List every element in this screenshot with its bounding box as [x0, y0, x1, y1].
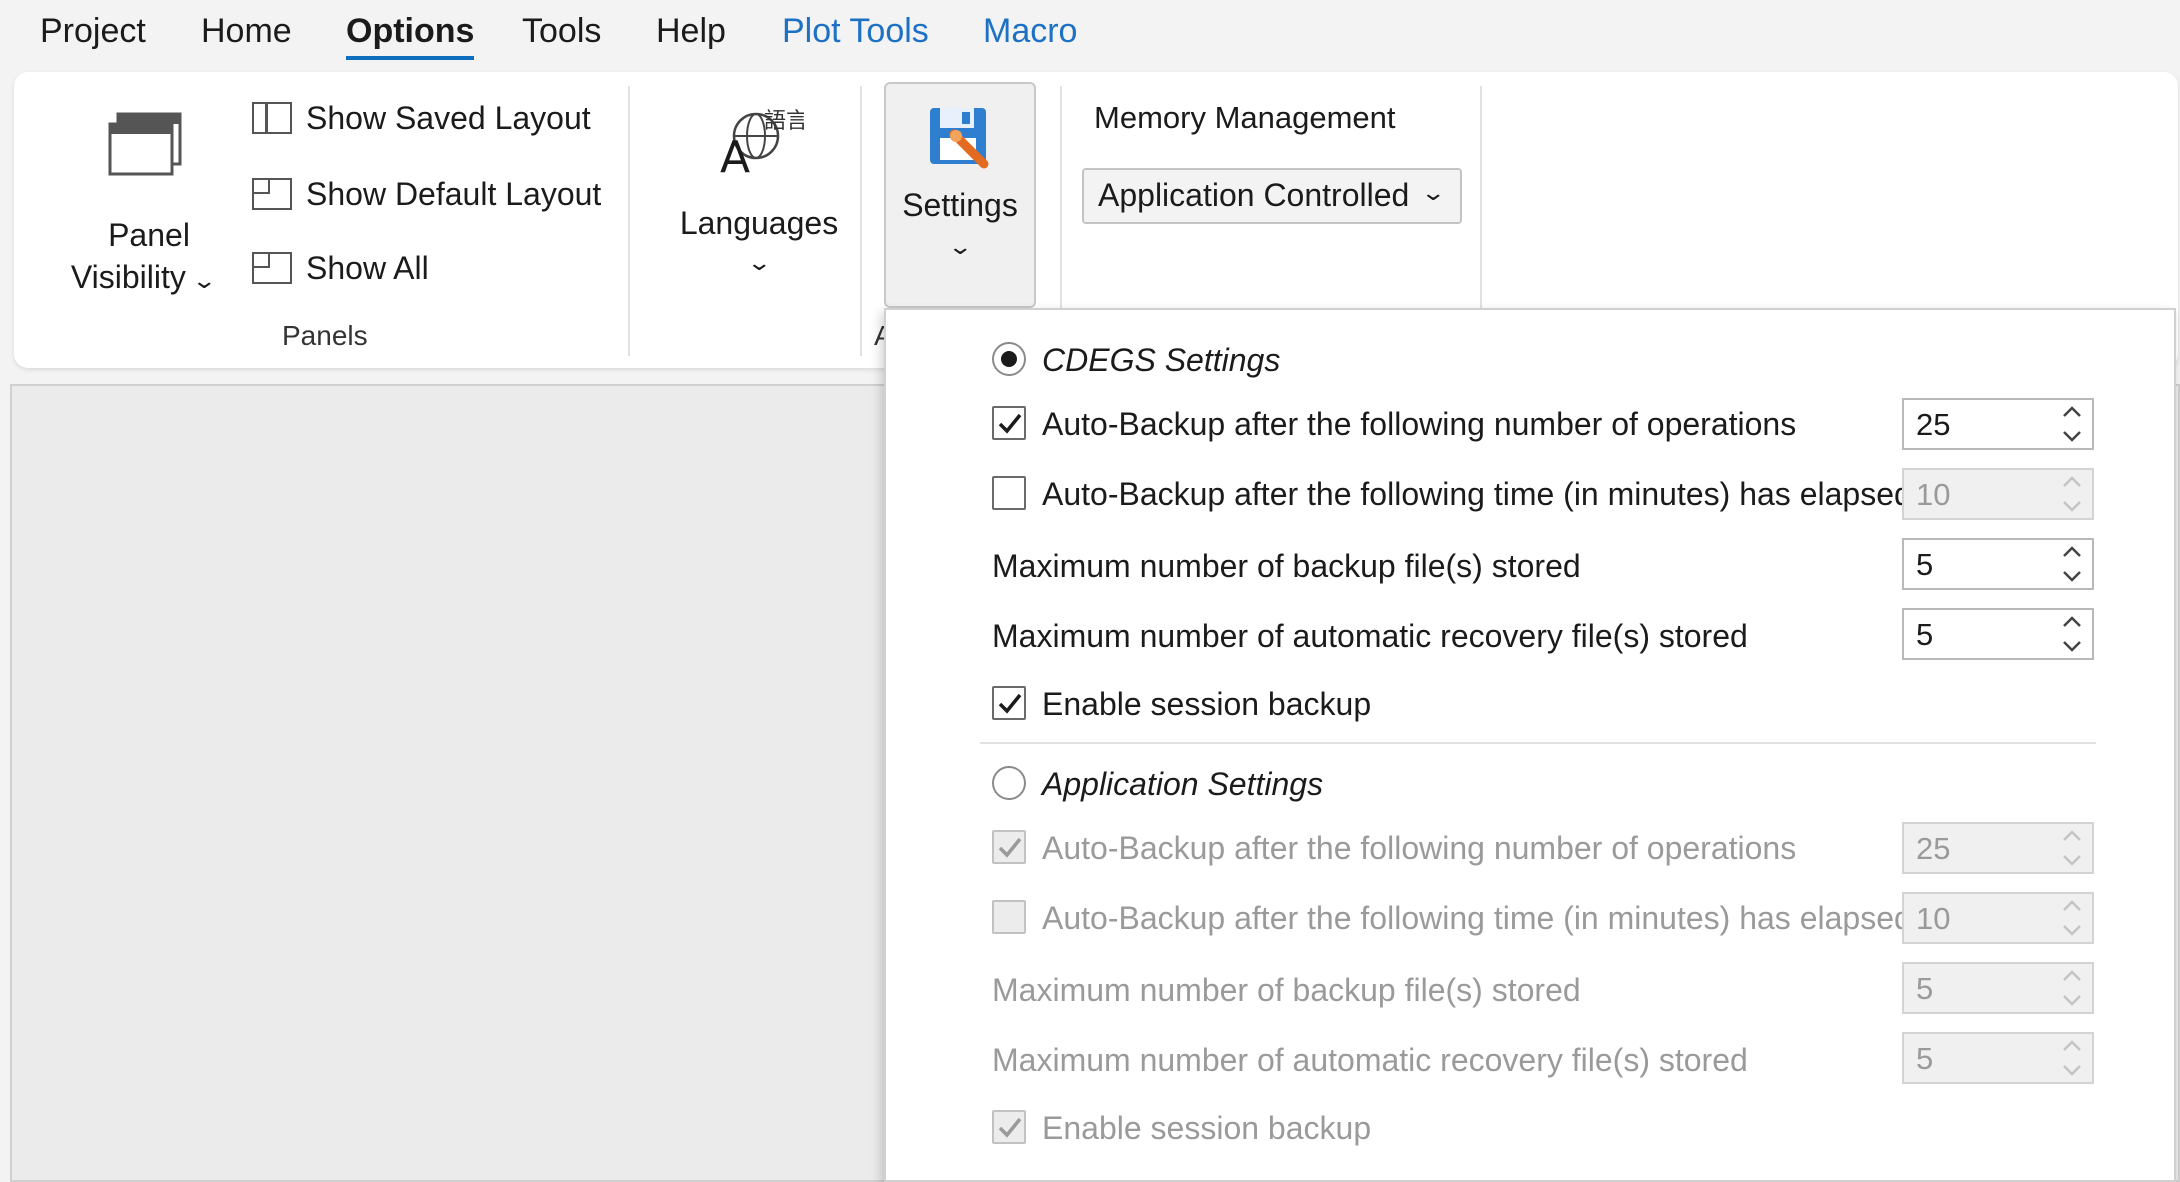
- cdegs-max-recovery-stepper[interactable]: 5: [1902, 608, 2094, 660]
- menu-bar: Project Home Options Tools Help Plot Too…: [0, 0, 2180, 70]
- tab-tools[interactable]: Tools: [522, 8, 601, 60]
- cdegs-max-backup-label: Maximum number of backup file(s) stored: [992, 548, 1581, 584]
- application-settings-radio[interactable]: [992, 766, 1026, 800]
- show-all-layout-icon: [252, 252, 292, 284]
- cdegs-max-backup-stepper[interactable]: 5: [1902, 538, 2094, 590]
- chevron-down-icon[interactable]: [2060, 426, 2084, 446]
- memory-management-label: Memory Management: [1094, 100, 1396, 135]
- cdegs-session-backup-label: Enable session backup: [1042, 686, 1372, 722]
- cdegs-auto-backup-time-stepper[interactable]: 10: [1902, 468, 2094, 520]
- stepper-value: 10: [1916, 901, 1951, 936]
- checkmark-icon: [998, 413, 1022, 434]
- app-auto-backup-time-label: Auto-Backup after the following time (in…: [1042, 900, 1912, 936]
- languages-button[interactable]: A 語言 Languages ⌄: [664, 88, 854, 328]
- chevron-down-icon: [2063, 501, 2081, 512]
- app-auto-backup-time-checkbox: [992, 900, 1026, 934]
- chevron-down-icon: [2063, 1065, 2081, 1076]
- panel-visibility-label-line1: Panel: [108, 217, 190, 253]
- settings-button[interactable]: Settings ⌄: [884, 82, 1036, 308]
- cdegs-auto-backup-ops-stepper[interactable]: 25: [1902, 398, 2094, 450]
- cdegs-settings-radio[interactable]: [992, 342, 1026, 376]
- tab-options[interactable]: Options: [346, 8, 475, 60]
- chevron-down-icon[interactable]: [2060, 566, 2084, 586]
- app-session-backup-label: Enable session backup: [1042, 1110, 1372, 1146]
- stepper-value: 5: [1916, 1041, 1934, 1076]
- chevron-up-icon: [2063, 970, 2081, 981]
- checkmark-icon: [998, 1117, 1022, 1138]
- app-max-backup-label: Maximum number of backup file(s) stored: [992, 972, 1581, 1008]
- app-auto-backup-ops-label: Auto-Backup after the following number o…: [1042, 830, 1797, 866]
- app-max-recovery-label: Maximum number of automatic recovery fil…: [992, 1042, 1748, 1078]
- stepper-value: 10: [1916, 477, 1951, 512]
- cdegs-auto-backup-time-checkbox[interactable]: [992, 476, 1026, 510]
- checkmark-icon: [998, 837, 1022, 858]
- app-session-backup-checkbox: [992, 1110, 1026, 1144]
- tab-macro[interactable]: Macro: [983, 8, 1077, 60]
- stepper-value: 5: [1916, 971, 1934, 1006]
- stepper-value: 25: [1916, 407, 1951, 442]
- tab-home[interactable]: Home: [201, 8, 292, 60]
- app-max-recovery-stepper: 5: [1902, 1032, 2094, 1084]
- chevron-down-icon: ⌄: [947, 234, 973, 259]
- show-saved-layout-label: Show Saved Layout: [306, 99, 591, 136]
- show-all-label: Show All: [306, 249, 429, 286]
- checkmark-icon: [998, 693, 1022, 714]
- show-saved-layout-button[interactable]: Show Saved Layout: [252, 94, 591, 142]
- show-default-layout-button[interactable]: Show Default Layout: [252, 170, 601, 218]
- cdegs-auto-backup-time-label: Auto-Backup after the following time (in…: [1042, 476, 1912, 512]
- cdegs-settings-title: CDEGS Settings: [1042, 342, 1281, 378]
- chevron-up-icon: [2063, 1040, 2081, 1051]
- group-divider: [628, 86, 630, 356]
- show-all-button[interactable]: Show All: [252, 244, 429, 292]
- svg-text:A: A: [720, 132, 750, 178]
- app-auto-backup-time-stepper: 10: [1902, 892, 2094, 944]
- chevron-down-icon[interactable]: [2060, 636, 2084, 656]
- settings-label: Settings: [902, 187, 1018, 223]
- chevron-up-icon: [2063, 830, 2081, 841]
- cdegs-session-backup-checkbox[interactable]: [992, 686, 1026, 720]
- application-settings-title: Application Settings: [1042, 766, 1324, 802]
- tab-project[interactable]: Project: [40, 8, 146, 60]
- languages-icon: A 語言: [718, 102, 808, 183]
- settings-flyout: CDEGS Settings Auto-Backup after the fol…: [884, 308, 2176, 1182]
- chevron-down-icon: ⌄: [746, 250, 772, 275]
- app-max-backup-stepper: 5: [1902, 962, 2094, 1014]
- panels-group-label: Panels: [282, 320, 368, 351]
- chevron-down-icon: [2063, 855, 2081, 866]
- section-divider: [980, 742, 2096, 744]
- panel-visibility-line2-wrap: Visibility ⌄: [54, 256, 230, 302]
- chevron-up-icon[interactable]: [2060, 542, 2084, 562]
- stepper-value: 25: [1916, 831, 1951, 866]
- memory-management-dropdown[interactable]: Application Controlled ⌄: [1082, 168, 1462, 224]
- show-default-layout-label: Show Default Layout: [306, 175, 602, 212]
- chevron-down-icon: [2063, 995, 2081, 1006]
- chevron-down-icon: [2063, 925, 2081, 936]
- panel-visibility-label-line2: Visibility: [70, 259, 186, 295]
- chevron-up-icon: [2063, 900, 2081, 911]
- chevron-up-icon[interactable]: [2060, 612, 2084, 632]
- chevron-down-icon: ⌄: [191, 268, 217, 293]
- chevron-up-icon[interactable]: [2060, 402, 2084, 422]
- default-layout-icon: [252, 178, 292, 210]
- app-auto-backup-ops-checkbox: [992, 830, 1026, 864]
- tab-help[interactable]: Help: [656, 8, 726, 60]
- svg-text:語言: 語言: [764, 109, 804, 134]
- cdegs-max-recovery-label: Maximum number of automatic recovery fil…: [992, 618, 1748, 654]
- cdegs-auto-backup-ops-checkbox[interactable]: [992, 406, 1026, 440]
- cdegs-auto-backup-ops-label: Auto-Backup after the following number o…: [1042, 406, 1797, 442]
- split-layout-icon: [252, 102, 292, 134]
- stepper-value: 5: [1916, 547, 1934, 582]
- stepper-value: 5: [1916, 617, 1934, 652]
- save-settings-icon: [926, 104, 996, 175]
- app-auto-backup-ops-stepper: 25: [1902, 822, 2094, 874]
- group-divider: [860, 86, 862, 356]
- chevron-down-icon: ⌄: [1419, 180, 1446, 205]
- chevron-up-icon: [2063, 476, 2081, 487]
- memory-mode-value: Application Controlled: [1098, 177, 1410, 213]
- tab-plot-tools[interactable]: Plot Tools: [782, 8, 929, 60]
- panel-visibility-button[interactable]: Panel Visibility ⌄: [54, 82, 244, 322]
- panel-window-icon: [108, 112, 184, 183]
